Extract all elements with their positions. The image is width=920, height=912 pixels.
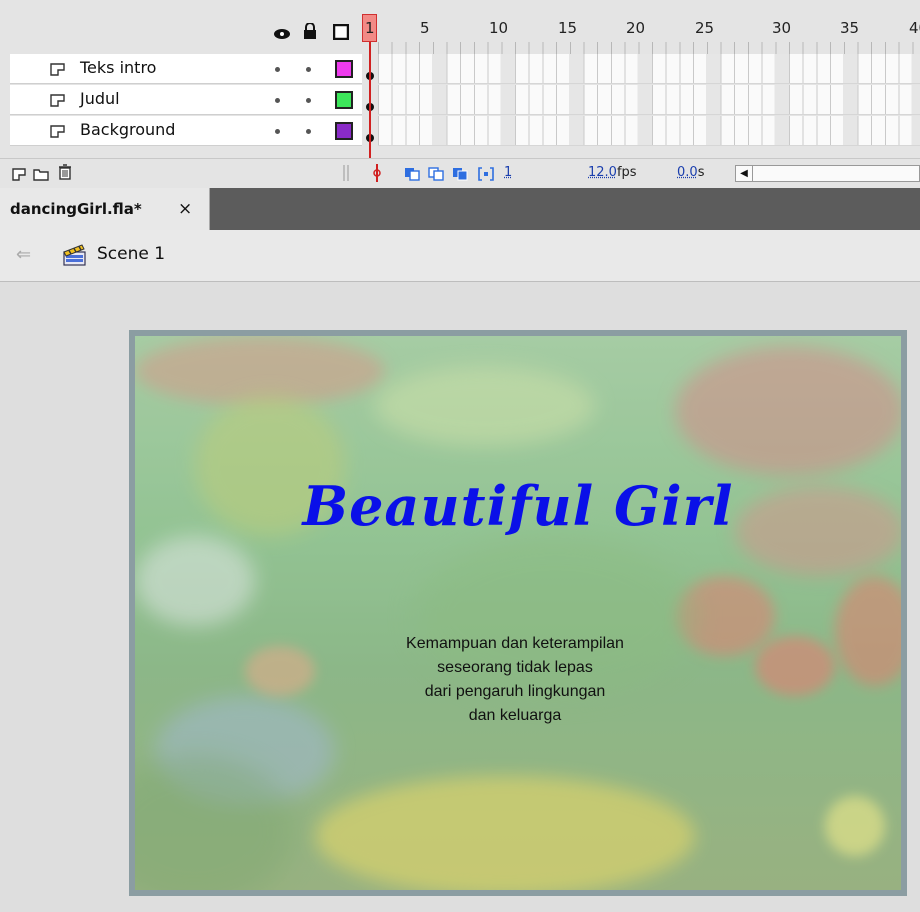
frame-number: 30 bbox=[772, 19, 791, 37]
edit-bar: ⇐ Scene 1 bbox=[0, 230, 920, 282]
frame-rate-value[interactable]: 12.0fps bbox=[588, 165, 637, 180]
onion-skin-outlines-icon[interactable] bbox=[428, 167, 444, 185]
frame-ruler[interactable]: 1 5 10 15 20 25 30 35 40 bbox=[362, 14, 920, 54]
layer-frames-judul[interactable] bbox=[378, 85, 920, 115]
layer-row-teks-intro[interactable]: Teks intro bbox=[10, 54, 362, 84]
caption-line: dari pengaruh lingkungan bbox=[355, 680, 675, 704]
playhead-line bbox=[369, 42, 371, 160]
layer-frames-background[interactable] bbox=[378, 116, 920, 146]
close-tab-icon[interactable]: × bbox=[178, 199, 192, 219]
frame-number: 40 bbox=[909, 19, 920, 37]
center-frame-icon[interactable] bbox=[372, 164, 382, 186]
timeline-horizontal-scrollbar[interactable]: ◀ bbox=[735, 165, 920, 182]
document-tab-bar: dancingGirl.fla* × bbox=[0, 188, 920, 230]
frame-number: 15 bbox=[558, 19, 577, 37]
visibility-dot[interactable] bbox=[275, 129, 280, 134]
show-hide-eye-icon[interactable] bbox=[273, 26, 291, 44]
lock-dot[interactable] bbox=[306, 129, 311, 134]
frame-number: 10 bbox=[489, 19, 508, 37]
delete-trash-icon[interactable] bbox=[58, 164, 72, 184]
layer-icon bbox=[50, 124, 65, 137]
caption-line: seseorang tidak lepas bbox=[355, 656, 675, 680]
lock-icon[interactable] bbox=[303, 23, 317, 43]
layer-icon bbox=[50, 62, 65, 75]
lock-dot[interactable] bbox=[306, 67, 311, 72]
layer-name: Background bbox=[80, 120, 175, 139]
layer-frames-teks-intro[interactable] bbox=[378, 54, 920, 84]
scene-clapperboard-icon bbox=[63, 244, 87, 270]
title-text[interactable]: Beautiful Girl bbox=[135, 474, 901, 538]
lock-dot[interactable] bbox=[306, 98, 311, 103]
document-tab-label: dancingGirl.fla* bbox=[10, 200, 142, 218]
layer-color-swatch[interactable] bbox=[335, 91, 353, 109]
caption-line: Kemampuan dan keterampilan bbox=[355, 632, 675, 656]
layer-row-judul[interactable]: Judul bbox=[10, 85, 362, 115]
layer-icon bbox=[50, 93, 65, 106]
outline-toggle-icon[interactable] bbox=[333, 24, 349, 44]
intro-caption-text[interactable]: Kemampuan dan keterampilan seseorang tid… bbox=[355, 632, 675, 728]
new-folder-icon[interactable] bbox=[33, 167, 49, 185]
modify-onion-markers-icon[interactable] bbox=[478, 167, 494, 185]
visibility-dot[interactable] bbox=[275, 67, 280, 72]
back-arrow-icon[interactable]: ⇐ bbox=[16, 244, 31, 265]
onion-skin-icon[interactable] bbox=[404, 167, 420, 185]
frame-number: 5 bbox=[420, 19, 430, 37]
layer-color-swatch[interactable] bbox=[335, 60, 353, 78]
edit-multiple-frames-icon[interactable] bbox=[452, 167, 468, 185]
new-layer-icon[interactable] bbox=[12, 167, 26, 185]
scroll-left-arrow-icon[interactable]: ◀ bbox=[736, 166, 753, 181]
panel-grip-icon[interactable] bbox=[342, 165, 350, 185]
timeline-panel: 1 5 10 15 20 25 30 35 40 Teks intro Judu… bbox=[0, 0, 920, 188]
elapsed-time-value[interactable]: 0.0s bbox=[677, 165, 704, 180]
layer-name: Judul bbox=[80, 89, 120, 108]
caption-line: dan keluarga bbox=[355, 704, 675, 728]
timeline-toolbar: 1 12.0fps 0.0s ◀ bbox=[0, 158, 920, 188]
stage-pasteboard[interactable]: Beautiful Girl Kemampuan dan keterampila… bbox=[0, 282, 920, 912]
layer-row-background[interactable]: Background bbox=[10, 116, 362, 146]
frame-number: 1 bbox=[365, 19, 375, 37]
stage-color-wash bbox=[135, 336, 901, 890]
document-tab[interactable]: dancingGirl.fla* × bbox=[0, 188, 210, 230]
visibility-dot[interactable] bbox=[275, 98, 280, 103]
frame-number: 20 bbox=[626, 19, 645, 37]
frame-number: 25 bbox=[695, 19, 714, 37]
stage-canvas[interactable]: Beautiful Girl Kemampuan dan keterampila… bbox=[129, 330, 907, 896]
frame-number: 35 bbox=[840, 19, 859, 37]
current-frame-value[interactable]: 1 bbox=[504, 165, 512, 180]
layer-color-swatch[interactable] bbox=[335, 122, 353, 140]
scene-label[interactable]: Scene 1 bbox=[97, 244, 165, 264]
layer-name: Teks intro bbox=[80, 58, 156, 77]
